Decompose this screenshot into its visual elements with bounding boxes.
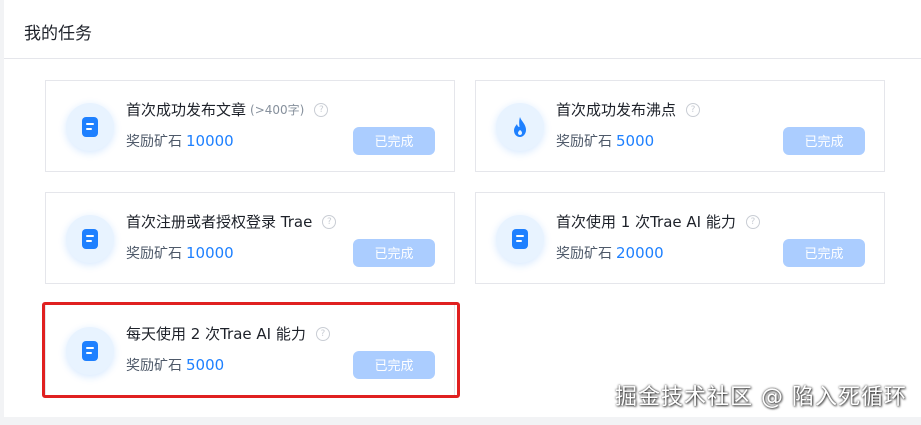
task-title: 首次成功发布文章 (>400字) ? — [126, 99, 329, 120]
task-note: (>400字) — [250, 103, 305, 117]
reward: 奖励矿石 10000 — [126, 243, 234, 263]
reward: 奖励矿石 5000 — [556, 131, 654, 151]
task-card: 首次注册或者授权登录 Trae ? 奖励矿石 10000 已完成 — [45, 192, 455, 284]
reward-amount: 20000 — [616, 244, 664, 262]
task-card: 首次使用 1 次Trae AI 能力 ? 奖励矿石 20000 已完成 — [475, 192, 885, 284]
task-title: 首次成功发布沸点 ? — [556, 99, 701, 120]
reward: 奖励矿石 20000 — [556, 243, 664, 263]
task-title: 每天使用 2 次Trae AI 能力 ? — [126, 323, 330, 344]
reward-label: 奖励矿石 — [556, 134, 612, 150]
task-title-text: 首次成功发布沸点 — [556, 101, 677, 119]
reward-label: 奖励矿石 — [556, 246, 612, 262]
task-title-text: 首次成功发布文章 — [126, 101, 247, 119]
reward-label: 奖励矿石 — [126, 358, 182, 374]
task-title-text: 首次使用 1 次Trae AI 能力 — [556, 213, 736, 231]
task-panel: 我的任务 首次成功发布文章 (>400字) ? 奖励矿石 10000 已完成 首次… — [4, 0, 921, 417]
completed-button[interactable]: 已完成 — [353, 239, 435, 267]
reward: 奖励矿石 10000 — [126, 131, 234, 151]
task-title-text: 首次注册或者授权登录 Trae — [126, 213, 313, 231]
reward-amount: 10000 — [186, 132, 234, 150]
reward-label: 奖励矿石 — [126, 134, 182, 150]
reward-label: 奖励矿石 — [126, 246, 182, 262]
completed-button[interactable]: 已完成 — [783, 127, 865, 155]
task-card: 首次成功发布沸点 ? 奖励矿石 5000 已完成 — [475, 80, 885, 172]
reward: 奖励矿石 5000 — [126, 355, 224, 375]
document-icon — [66, 327, 114, 375]
help-icon[interactable]: ? — [322, 214, 337, 229]
completed-button[interactable]: 已完成 — [353, 351, 435, 379]
task-title: 首次注册或者授权登录 Trae ? — [126, 211, 337, 232]
help-icon[interactable]: ? — [314, 102, 329, 117]
reward-amount: 5000 — [616, 132, 655, 150]
task-title-text: 每天使用 2 次Trae AI 能力 — [126, 325, 306, 343]
watermark: 掘金技术社区 @ 陷入死循环 — [615, 385, 907, 410]
completed-button[interactable]: 已完成 — [353, 127, 435, 155]
reward-amount: 5000 — [186, 356, 225, 374]
help-icon[interactable]: ? — [686, 102, 701, 117]
completed-button[interactable]: 已完成 — [783, 239, 865, 267]
help-icon[interactable]: ? — [745, 214, 760, 229]
document-icon — [66, 215, 114, 263]
help-icon[interactable]: ? — [315, 326, 330, 341]
task-title: 首次使用 1 次Trae AI 能力 ? — [556, 211, 760, 232]
flame-icon — [496, 103, 544, 151]
task-card: 每天使用 2 次Trae AI 能力 ? 奖励矿石 5000 已完成 — [45, 304, 455, 396]
panel-header: 我的任务 — [4, 0, 921, 59]
page-title: 我的任务 — [24, 24, 92, 44]
document-icon — [66, 103, 114, 151]
reward-amount: 10000 — [186, 244, 234, 262]
task-card: 首次成功发布文章 (>400字) ? 奖励矿石 10000 已完成 — [45, 80, 455, 172]
document-icon — [496, 215, 544, 263]
